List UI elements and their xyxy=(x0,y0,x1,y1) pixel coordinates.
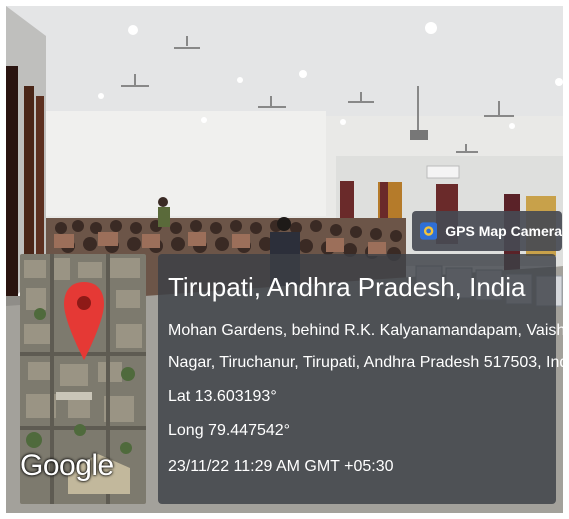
google-logo: Google xyxy=(20,449,114,482)
location-info-card: Tirupati, Andhra Pradesh, India Mohan Ga… xyxy=(158,254,563,504)
longitude: Long 79.447542° xyxy=(168,422,291,439)
gps-map-camera-badge: GPS Map Camera xyxy=(412,211,562,251)
address-line-2: Nagar, Tiruchanur, Tirupati, Andhra Prad… xyxy=(168,354,563,371)
map-thumbnail: Google xyxy=(20,254,146,504)
address-line-1: Mohan Gardens, behind R.K. Kalyanamandap… xyxy=(168,322,563,339)
photo-frame: Google GPS Map Camera Tirupati, Andhra P… xyxy=(6,6,563,513)
gps-map-camera-icon xyxy=(420,222,438,240)
location-title: Tirupati, Andhra Pradesh, India xyxy=(168,272,526,302)
latitude: Lat 13.603193° xyxy=(168,388,277,405)
badge-label: GPS Map Camera xyxy=(445,223,562,239)
map-pin-icon xyxy=(64,282,104,365)
timestamp: 23/11/22 11:29 AM GMT +05:30 xyxy=(168,458,394,475)
